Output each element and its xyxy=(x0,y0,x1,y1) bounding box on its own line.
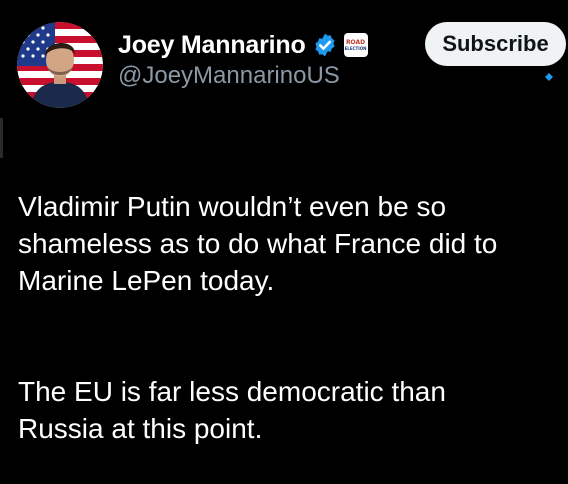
tweet-card: Joey Mannarino ROAD ELECTION @JoeyMannar… xyxy=(0,0,568,444)
blue-indicator-icon xyxy=(545,73,553,81)
avatar[interactable] xyxy=(17,22,103,108)
tweet-paragraph: Vladimir Putin wouldn’t even be so shame… xyxy=(18,191,498,296)
author-display-name[interactable]: Joey Mannarino xyxy=(118,31,306,60)
left-edge-divider xyxy=(0,118,3,158)
subscribe-button[interactable]: Subscribe xyxy=(425,22,566,66)
affiliate-badge-icon[interactable]: ROAD ELECTION xyxy=(343,33,368,57)
author-name-row: Joey Mannarino ROAD ELECTION xyxy=(118,27,368,63)
tweet-text: Vladimir Putin wouldn’t even be so shame… xyxy=(18,151,558,484)
author-handle[interactable]: @JoeyMannarinoUS xyxy=(118,62,340,90)
avatar-image xyxy=(17,22,103,108)
affiliate-badge-line2: ELECTION xyxy=(344,45,367,51)
affiliate-badge-line1: ROAD xyxy=(345,38,366,46)
tweet-paragraph: The EU is far less democratic than Russi… xyxy=(18,376,446,444)
verified-badge-icon xyxy=(312,32,338,58)
